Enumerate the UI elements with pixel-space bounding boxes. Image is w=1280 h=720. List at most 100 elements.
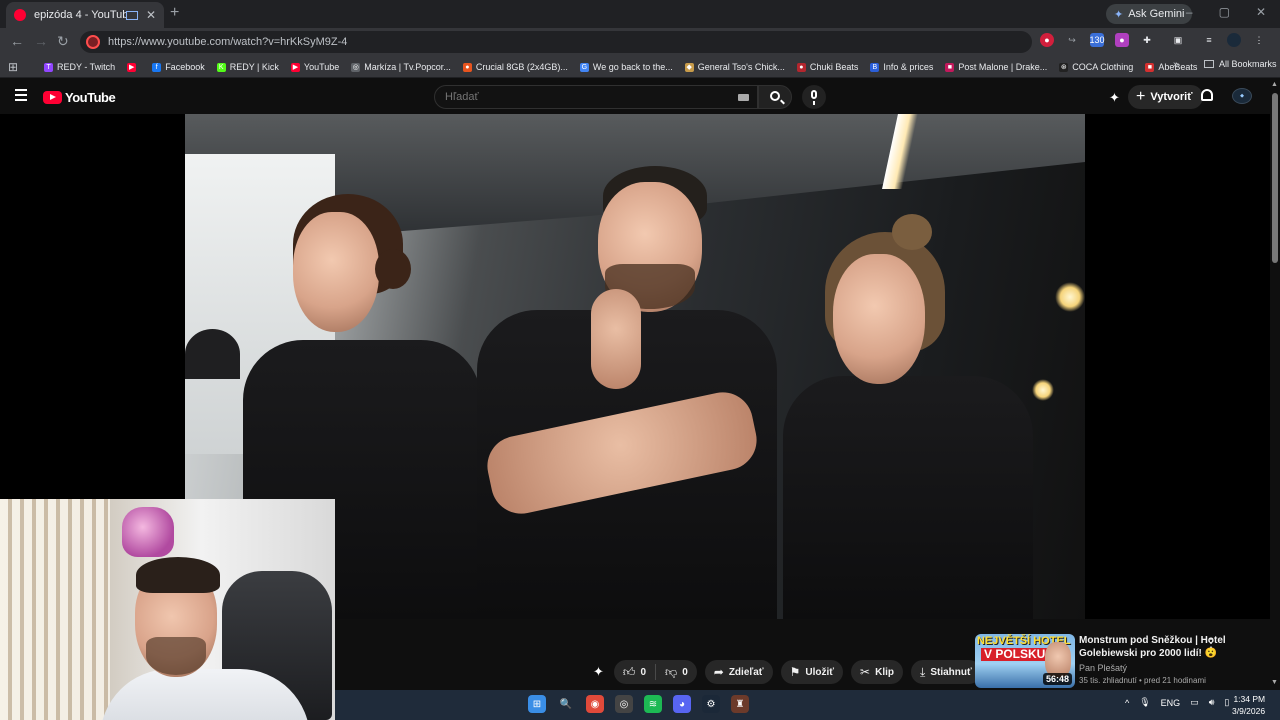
bookmark-favicon-icon: T — [44, 62, 53, 72]
site-info-icon[interactable] — [86, 35, 100, 49]
youtube-gemini-icon[interactable]: ✦ — [1109, 90, 1120, 106]
windows-start-icon[interactable]: ⊞ — [528, 695, 546, 713]
microphone-tray-icon[interactable]: 🎙︎ — [1139, 697, 1150, 708]
bookmark-label: Markíza | Tv.Popcor... — [364, 62, 451, 72]
keyboard-icon[interactable] — [738, 94, 749, 101]
profile-avatar-icon[interactable] — [1227, 33, 1241, 47]
more-bookmarks-icon[interactable]: » — [1173, 59, 1179, 70]
scrollbar-thumb[interactable] — [1272, 93, 1278, 263]
channel-avatar[interactable]: ◆ — [1232, 88, 1252, 104]
share-button[interactable]: ➦ Zdieľať — [704, 660, 773, 684]
all-bookmarks-button[interactable]: All Bookmarks — [1204, 59, 1277, 69]
search-icon[interactable]: 🔍 — [557, 695, 575, 713]
dislike-button[interactable]: 👎︎ 0 — [656, 660, 697, 684]
hamburger-menu-icon[interactable] — [15, 89, 27, 104]
bookmark-item[interactable]: ● Crucial 8GB (2x4GB)... — [457, 59, 574, 75]
search-input[interactable] — [445, 91, 725, 103]
bookmark-item[interactable]: ◆ General Tso's Chick... — [679, 59, 791, 75]
tab-close-icon[interactable]: ✕ — [146, 8, 156, 22]
search-icon — [770, 91, 780, 101]
bookmark-item[interactable]: ◎ Markíza | Tv.Popcor... — [345, 59, 457, 75]
network-icon[interactable]: ▭ — [1190, 697, 1199, 708]
extension-purple-icon[interactable]: ● — [1115, 33, 1129, 47]
game-icon[interactable]: ♜ — [731, 695, 749, 713]
search-button[interactable] — [758, 85, 792, 109]
recommended-thumbnail[interactable]: NEJVĚTŠÍ HOTEL V POLSKU 56:48 — [975, 634, 1075, 688]
bookmark-favicon-icon: ■ — [945, 62, 955, 72]
minimize-button[interactable]: – — [1186, 5, 1193, 19]
extensions-puzzle-icon[interactable]: ✚ — [1140, 33, 1154, 47]
webcam-overlay — [0, 499, 335, 720]
recommended-channel[interactable]: Pan Plešatý — [1079, 663, 1259, 673]
bookmark-item[interactable]: K REDY | Kick — [211, 59, 285, 75]
browser-toolbar: ← → ↻ https://www.youtube.com/watch?v=hr… — [0, 28, 1280, 56]
save-button[interactable]: ⚑ Uložiť — [780, 660, 844, 684]
scroll-down-icon[interactable]: ▼ — [1271, 679, 1278, 686]
like-button[interactable]: 👍︎ 0 — [614, 660, 655, 684]
create-button[interactable]: + Vytvoriť — [1128, 85, 1203, 109]
app-icon[interactable]: ◎ — [615, 695, 633, 713]
taskbar-clock[interactable]: 1:34 PM 3/9/2026 — [1232, 693, 1265, 717]
bookmark-item[interactable]: ● Chuki Beats — [791, 59, 865, 75]
bookmark-item[interactable]: T REDY - Twitch — [38, 59, 121, 75]
recommended-title[interactable]: Monstrum pod Sněžkou | Hotel Golebiewski… — [1079, 634, 1259, 660]
bookmark-item[interactable]: ⊛ COCA Clothing — [1053, 59, 1139, 75]
bookmark-item[interactable]: ■ Post Malone | Drake... — [939, 59, 1053, 75]
ask-ai-sparkle-icon[interactable]: ✦ — [593, 664, 604, 680]
video-scene-pendant-lamp — [185, 329, 240, 379]
bookmark-favicon-icon: ▶ — [127, 62, 137, 72]
extension-red-icon[interactable]: ● — [1040, 33, 1054, 47]
video-scene-lamp — [1032, 379, 1054, 401]
bookmark-label: Info & prices — [883, 62, 934, 72]
apps-grid-icon[interactable]: ⊞ — [8, 60, 18, 74]
youtube-logo[interactable]: YouTube — [43, 90, 116, 105]
spotify-icon[interactable]: ≋ — [644, 695, 662, 713]
back-icon[interactable]: ← — [10, 33, 24, 49]
chrome-icon[interactable]: ◉ — [586, 695, 604, 713]
recommended-more-icon[interactable]: ⋮ — [1205, 636, 1217, 650]
bookmark-item[interactable]: f Facebook — [146, 59, 211, 75]
clip-button[interactable]: ✂ Klip — [851, 660, 903, 684]
tab-youtube[interactable]: epizóda 4 - YouTube ✕ — [6, 2, 164, 28]
forward-icon[interactable]: → — [34, 33, 48, 49]
discord-icon[interactable]: ◕ — [673, 695, 691, 713]
webcam-person-beard — [146, 637, 206, 675]
battery-icon[interactable]: ▯ — [1224, 697, 1229, 708]
windows-taskbar: ⊞ 🔍 ◉ ◎ ≋ ◕ ⚙ ♜ ^ 🎙︎ ENG ▭ 🔊︎ ▯ 1:34 PM 3/9/202… — [335, 690, 1280, 720]
extension-badge-icon[interactable]: 130 — [1089, 33, 1105, 47]
notifications-bell-icon[interactable] — [1201, 89, 1213, 101]
bookmark-item[interactable]: B Info & prices — [864, 59, 939, 75]
volume-icon[interactable]: 🔊︎ — [1209, 697, 1215, 708]
bookmark-item[interactable]: G We go back to the... — [574, 59, 679, 75]
ask-gemini-button[interactable]: ✦ Ask Gemini — [1106, 4, 1193, 24]
maximize-button[interactable]: ▢ — [1219, 5, 1230, 19]
new-tab-button[interactable]: + — [170, 4, 179, 22]
browser-tab-strip: epizóda 4 - YouTube ✕ + ✦ Ask Gemini – ▢… — [0, 0, 1280, 28]
reload-icon[interactable]: ↻ — [57, 33, 69, 50]
scroll-up-icon[interactable]: ▲ — [1271, 81, 1278, 88]
bookmark-favicon-icon: K — [216, 62, 226, 72]
url-text: https://www.youtube.com/watch?v=hrKkSyM9… — [108, 36, 348, 48]
bookmark-item[interactable]: ▶ — [121, 59, 146, 75]
page-scrollbar[interactable]: ▲ ▼ — [1270, 79, 1280, 690]
language-indicator[interactable]: ENG — [1161, 698, 1181, 708]
address-bar[interactable]: https://www.youtube.com/watch?v=hrKkSyM9… — [80, 31, 1032, 53]
cast-icon[interactable]: ▣ — [1171, 33, 1185, 47]
voice-search-button[interactable] — [802, 85, 826, 109]
reading-list-icon[interactable]: ≡ — [1202, 33, 1216, 47]
tray-chevron-icon[interactable]: ^ — [1125, 698, 1129, 708]
search-box[interactable] — [434, 85, 758, 109]
share-icon: ➦ — [713, 665, 724, 679]
window-controls: – ▢ ✕ — [1186, 5, 1266, 19]
media-playing-icon[interactable] — [125, 10, 138, 20]
steam-icon[interactable]: ⚙ — [702, 695, 720, 713]
extension-arrow-icon[interactable]: ↪ — [1065, 33, 1079, 47]
bookmark-item[interactable]: ▶ YouTube — [285, 59, 345, 75]
close-window-button[interactable]: ✕ — [1256, 5, 1266, 19]
tab-title: epizóda 4 - YouTube — [34, 9, 126, 21]
download-button[interactable]: ⤓ Stiahnuť — [911, 660, 981, 684]
recommended-video[interactable]: NEJVĚTŠÍ HOTEL V POLSKU 56:48 Monstrum p… — [975, 634, 1270, 690]
chrome-menu-icon[interactable]: ⋮ — [1252, 33, 1266, 47]
bookmark-item[interactable]: ■ AbeBeats — [1139, 59, 1203, 75]
bookmark-favicon-icon: B — [870, 62, 880, 72]
